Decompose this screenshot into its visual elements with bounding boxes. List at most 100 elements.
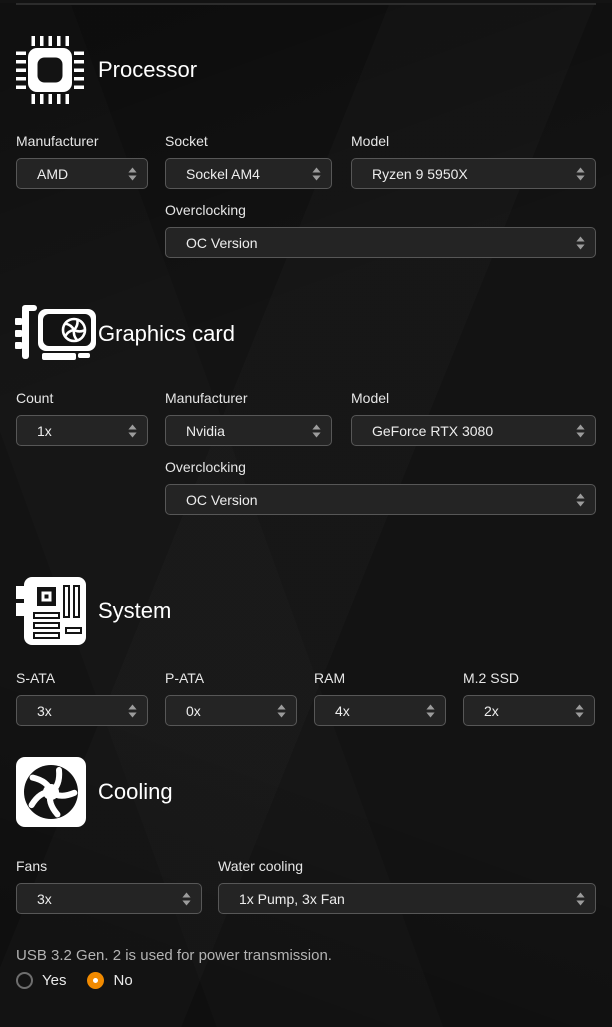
usb-question-text: USB 3.2 Gen. 2 is used for power transmi… bbox=[16, 947, 596, 965]
section-cooling: Cooling Fans 3x Water cooling 1x Pump, 3… bbox=[16, 757, 596, 914]
field-label: S-ATA bbox=[16, 670, 148, 687]
select-value: 1x bbox=[37, 423, 52, 439]
cooling-fields-row: Fans 3x Water cooling 1x Pump, 3x Fan bbox=[16, 858, 596, 914]
field-processor-socket: Socket Sockel AM4 bbox=[165, 133, 332, 189]
select-caret-icon bbox=[277, 704, 286, 717]
field-label: Model bbox=[351, 390, 596, 407]
select-caret-icon bbox=[128, 167, 137, 180]
radio-unchecked-icon[interactable] bbox=[16, 972, 33, 989]
cooling-watercooling-select[interactable]: 1x Pump, 3x Fan bbox=[218, 883, 596, 914]
processor-model-select[interactable]: Ryzen 9 5950X bbox=[351, 158, 596, 189]
system-sata-select[interactable]: 3x bbox=[16, 695, 148, 726]
graphics-card-fields-row: Count 1x Manufacturer Nvidia Model GeFor… bbox=[16, 390, 596, 446]
section-title: Processor bbox=[98, 57, 197, 83]
gpu-count-select[interactable]: 1x bbox=[16, 415, 148, 446]
field-label: Water cooling bbox=[218, 858, 596, 875]
processor-overclocking-select[interactable]: OC Version bbox=[165, 227, 596, 258]
field-label: P-ATA bbox=[165, 670, 297, 687]
section-title: Graphics card bbox=[98, 321, 235, 347]
system-ram-select[interactable]: 4x bbox=[314, 695, 446, 726]
select-value: 3x bbox=[37, 891, 52, 907]
select-value: GeForce RTX 3080 bbox=[372, 423, 493, 439]
system-header: System bbox=[16, 577, 596, 645]
gpu-overclocking-select[interactable]: OC Version bbox=[165, 484, 596, 515]
section-processor: Processor Manufacturer AMD Socket Sockel… bbox=[16, 36, 596, 258]
configurator-page: Processor Manufacturer AMD Socket Sockel… bbox=[0, 3, 612, 989]
field-label: Count bbox=[16, 390, 148, 407]
gpu-model-select[interactable]: GeForce RTX 3080 bbox=[351, 415, 596, 446]
radio-label: No bbox=[113, 972, 132, 989]
radio-dot bbox=[93, 978, 98, 983]
field-cooling-watercooling: Water cooling 1x Pump, 3x Fan bbox=[218, 858, 596, 914]
fan-icon bbox=[16, 757, 86, 827]
top-divider bbox=[16, 3, 596, 5]
field-label: Manufacturer bbox=[165, 390, 332, 407]
graphics-card-overclocking-row: Overclocking OC Version bbox=[16, 459, 596, 515]
section-title: Cooling bbox=[98, 779, 173, 805]
select-caret-icon bbox=[576, 493, 585, 506]
select-caret-icon bbox=[576, 892, 585, 905]
field-label: Overclocking bbox=[165, 459, 596, 476]
select-value: OC Version bbox=[186, 492, 258, 508]
select-caret-icon bbox=[576, 424, 585, 437]
field-label: Manufacturer bbox=[16, 133, 148, 150]
cooling-fans-select[interactable]: 3x bbox=[16, 883, 202, 914]
processor-header: Processor bbox=[16, 36, 596, 104]
system-pata-select[interactable]: 0x bbox=[165, 695, 297, 726]
select-caret-icon bbox=[128, 704, 137, 717]
select-value: 0x bbox=[186, 703, 201, 719]
select-caret-icon bbox=[312, 167, 321, 180]
motherboard-icon bbox=[16, 577, 86, 645]
field-processor-manufacturer: Manufacturer AMD bbox=[16, 133, 148, 189]
field-cooling-fans: Fans 3x bbox=[16, 858, 202, 914]
processor-manufacturer-select[interactable]: AMD bbox=[16, 158, 148, 189]
field-processor-overclocking: Overclocking OC Version bbox=[165, 202, 596, 258]
field-system-pata: P-ATA 0x bbox=[165, 670, 297, 726]
usb-radio-group: Yes No bbox=[16, 972, 596, 989]
radio-checked-icon[interactable] bbox=[87, 972, 104, 989]
select-value: OC Version bbox=[186, 235, 258, 251]
field-label: Fans bbox=[16, 858, 202, 875]
select-caret-icon bbox=[312, 424, 321, 437]
radio-option-yes[interactable]: Yes bbox=[16, 972, 66, 989]
field-processor-model: Model Ryzen 9 5950X bbox=[351, 133, 596, 189]
gpu-manufacturer-select[interactable]: Nvidia bbox=[165, 415, 332, 446]
field-label: Overclocking bbox=[165, 202, 596, 219]
radio-option-no[interactable]: No bbox=[87, 972, 132, 989]
select-caret-icon bbox=[576, 236, 585, 249]
select-value: 1x Pump, 3x Fan bbox=[239, 891, 345, 907]
section-system: System S-ATA 3x P-ATA 0x RAM 4x bbox=[16, 577, 596, 726]
select-value: Ryzen 9 5950X bbox=[372, 166, 468, 182]
field-system-sata: S-ATA 3x bbox=[16, 670, 148, 726]
section-title: System bbox=[98, 598, 171, 624]
field-gpu-count: Count 1x bbox=[16, 390, 148, 446]
select-value: 4x bbox=[335, 703, 350, 719]
section-graphics-card: Graphics card Count 1x Manufacturer Nvid… bbox=[16, 305, 596, 515]
select-caret-icon bbox=[426, 704, 435, 717]
field-gpu-manufacturer: Manufacturer Nvidia bbox=[165, 390, 332, 446]
field-system-ram: RAM 4x bbox=[314, 670, 446, 726]
field-label: Socket bbox=[165, 133, 332, 150]
system-m2ssd-select[interactable]: 2x bbox=[463, 695, 595, 726]
field-gpu-overclocking: Overclocking OC Version bbox=[165, 459, 596, 515]
processor-overclocking-row: Overclocking OC Version bbox=[16, 202, 596, 258]
field-label: RAM bbox=[314, 670, 446, 687]
select-value: Sockel AM4 bbox=[186, 166, 260, 182]
select-value: Nvidia bbox=[186, 423, 225, 439]
select-value: 2x bbox=[484, 703, 499, 719]
cpu-icon bbox=[16, 36, 84, 104]
select-value: 3x bbox=[37, 703, 52, 719]
select-value: AMD bbox=[37, 166, 68, 182]
field-label: Model bbox=[351, 133, 596, 150]
select-caret-icon bbox=[576, 167, 585, 180]
system-fields-row: S-ATA 3x P-ATA 0x RAM 4x bbox=[16, 670, 596, 726]
field-label: M.2 SSD bbox=[463, 670, 595, 687]
field-system-m2ssd: M.2 SSD 2x bbox=[463, 670, 595, 726]
processor-socket-select[interactable]: Sockel AM4 bbox=[165, 158, 332, 189]
cooling-header: Cooling bbox=[16, 757, 596, 827]
field-gpu-model: Model GeForce RTX 3080 bbox=[351, 390, 596, 446]
select-caret-icon bbox=[182, 892, 191, 905]
select-caret-icon bbox=[575, 704, 584, 717]
graphics-card-header: Graphics card bbox=[14, 305, 596, 363]
gpu-icon bbox=[14, 305, 98, 363]
